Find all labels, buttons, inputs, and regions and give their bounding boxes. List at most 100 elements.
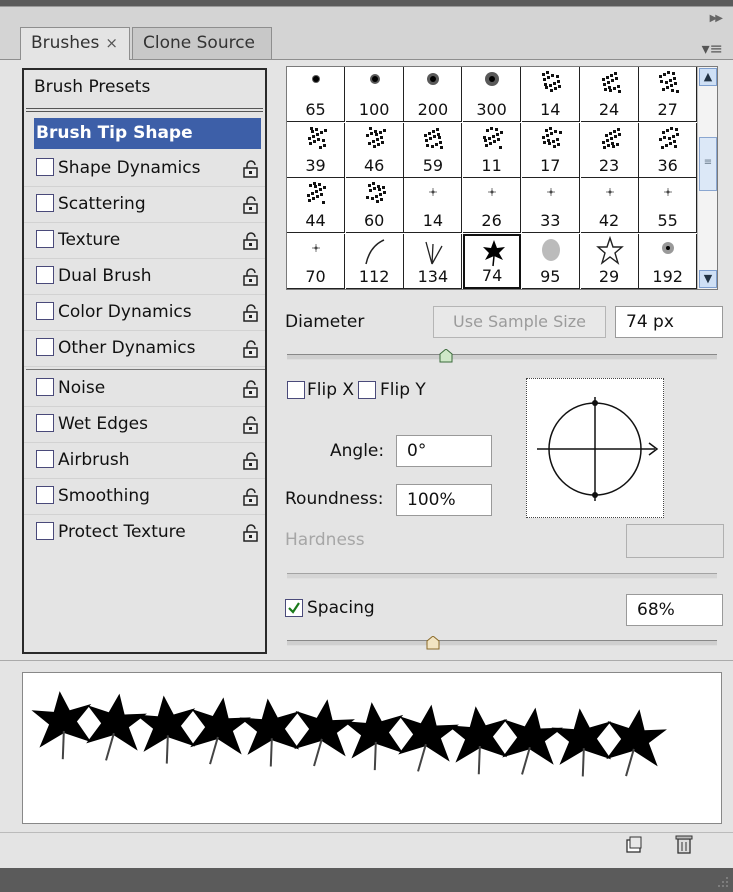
grid-scrollbar[interactable]: ▲ ≡ ▼: [697, 67, 717, 289]
lock-icon[interactable]: [243, 488, 259, 506]
lock-icon[interactable]: [243, 524, 259, 542]
option-texture[interactable]: Texture: [24, 223, 265, 259]
lock-icon[interactable]: [243, 380, 259, 398]
resize-grip-icon[interactable]: [717, 876, 729, 888]
diameter-field[interactable]: 74 px: [615, 306, 723, 338]
option-other-dynamics[interactable]: Other Dynamics: [24, 331, 265, 367]
checkbox[interactable]: [36, 193, 54, 212]
checkbox[interactable]: [36, 301, 54, 320]
brush-tip-cell[interactable]: 24: [580, 67, 639, 122]
brush-presets-item[interactable]: Brush Presets: [24, 70, 265, 108]
brush-tip-cell[interactable]: 17: [521, 122, 580, 178]
brush-size-label: 14: [422, 211, 444, 230]
flip-x-box[interactable]: [287, 381, 305, 399]
spacing-checkbox[interactable]: Spacing: [285, 598, 375, 618]
option-noise[interactable]: Noise: [24, 371, 265, 407]
checkbox[interactable]: [36, 377, 54, 396]
new-brush-preset-icon[interactable]: [625, 836, 643, 854]
brush-tip-cell[interactable]: 95: [521, 233, 580, 289]
brush-tip-cells: 65 100 200 300 14 24 27 39 46 59 11 17 23 36 44 60 14 26 3…: [287, 67, 698, 289]
checkbox[interactable]: [36, 485, 54, 504]
flip-y-checkbox[interactable]: Flip Y: [358, 380, 426, 400]
spacing-slider[interactable]: [287, 640, 717, 646]
option-protect-texture[interactable]: Protect Texture: [24, 515, 265, 551]
lock-icon[interactable]: [243, 340, 259, 358]
brush-tip-cell[interactable]: 55: [639, 178, 698, 233]
brush-tip-cell[interactable]: 65: [287, 67, 345, 122]
brush-tip-cell[interactable]: 33: [521, 178, 580, 233]
lock-icon[interactable]: [243, 452, 259, 470]
checkbox[interactable]: [36, 265, 54, 284]
checkbox[interactable]: [36, 229, 54, 248]
checkbox[interactable]: [36, 449, 54, 468]
angle-crosshair-icon[interactable]: [527, 379, 663, 517]
option-label: Wet Edges: [58, 414, 148, 434]
brush-tip-cell[interactable]: 42: [580, 178, 639, 233]
brush-size-label: 300: [476, 100, 507, 119]
tab-brushes[interactable]: Brushes ×: [20, 27, 130, 60]
tab-clone-source[interactable]: Clone Source: [132, 27, 272, 59]
divider: [26, 108, 263, 112]
diameter-slider[interactable]: [287, 354, 717, 360]
brush-tip-cell[interactable]: 74: [463, 233, 522, 289]
lock-icon[interactable]: [243, 160, 259, 178]
brush-tip-cell[interactable]: 112: [345, 233, 404, 289]
use-sample-size-button[interactable]: Use Sample Size: [433, 306, 606, 338]
brush-tip-cell[interactable]: 46: [345, 122, 404, 178]
flip-x-checkbox[interactable]: Flip X: [287, 380, 354, 400]
brush-size-label: 46: [364, 155, 385, 175]
option-label: Scattering: [58, 194, 146, 214]
brush-tip-shape-item[interactable]: Brush Tip Shape: [34, 118, 261, 149]
lock-icon[interactable]: [243, 232, 259, 250]
brush-tip-cell[interactable]: 39: [287, 122, 345, 178]
brush-tip-cell[interactable]: 134: [404, 233, 463, 289]
tab-close-icon[interactable]: ×: [105, 34, 118, 52]
brush-tip-cell[interactable]: 36: [639, 122, 698, 178]
brush-tip-cell[interactable]: 14: [521, 67, 580, 122]
brush-tip-cell[interactable]: 200: [404, 67, 463, 122]
brush-tip-cell[interactable]: 23: [580, 122, 639, 178]
flip-y-box[interactable]: [358, 381, 376, 399]
brush-tip-cell[interactable]: 192: [639, 233, 698, 289]
delete-brush-trash-icon[interactable]: [675, 834, 693, 854]
lock-icon[interactable]: [243, 416, 259, 434]
option-color-dynamics[interactable]: Color Dynamics: [24, 295, 265, 331]
brush-tip-cell[interactable]: 29: [580, 233, 639, 289]
checkbox[interactable]: [36, 157, 54, 176]
lock-icon[interactable]: [243, 304, 259, 322]
scroll-thumb[interactable]: ≡: [699, 137, 717, 191]
checkbox[interactable]: [36, 337, 54, 356]
scroll-up-icon[interactable]: ▲: [699, 68, 717, 86]
angle-field[interactable]: 0°: [396, 435, 492, 467]
brush-tip-cell[interactable]: 59: [404, 122, 463, 178]
spacing-slider-thumb[interactable]: [426, 636, 440, 650]
brush-tip-cell[interactable]: 44: [287, 178, 345, 233]
brush-tip-cell[interactable]: 60: [345, 178, 404, 233]
spacing-field[interactable]: 68%: [626, 594, 723, 626]
brush-tip-cell[interactable]: 300: [463, 67, 522, 122]
option-scattering[interactable]: Scattering: [24, 187, 265, 223]
panel-menu-icon[interactable]: ▾≡: [702, 39, 723, 58]
checkbox[interactable]: [36, 413, 54, 432]
brush-tip-cell[interactable]: 70: [287, 233, 345, 289]
brush-tip-cell[interactable]: 14: [404, 178, 463, 233]
lock-icon[interactable]: [243, 268, 259, 286]
option-airbrush[interactable]: Airbrush: [24, 443, 265, 479]
option-wet-edges[interactable]: Wet Edges: [24, 407, 265, 443]
roundness-field[interactable]: 100%: [396, 484, 492, 516]
option-shape-dynamics[interactable]: Shape Dynamics: [24, 151, 265, 187]
diameter-slider-thumb[interactable]: [439, 349, 453, 363]
collapse-arrows-icon[interactable]: ▶▶: [710, 13, 723, 24]
brush-tip-cell[interactable]: 11: [463, 122, 522, 178]
option-smoothing[interactable]: Smoothing: [24, 479, 265, 515]
spacing-check-box[interactable]: [285, 599, 303, 617]
brush-tip-cell[interactable]: 27: [639, 67, 698, 122]
angle-roundness-preview[interactable]: [526, 378, 664, 518]
brush-tip-cell[interactable]: 26: [463, 178, 522, 233]
checkbox[interactable]: [36, 521, 54, 540]
brush-tip-cell[interactable]: 100: [345, 67, 404, 122]
brush-tip-thumbnail-icon: [483, 239, 506, 266]
option-dual-brush[interactable]: Dual Brush: [24, 259, 265, 295]
scroll-down-icon[interactable]: ▼: [699, 270, 717, 288]
lock-icon[interactable]: [243, 196, 259, 214]
